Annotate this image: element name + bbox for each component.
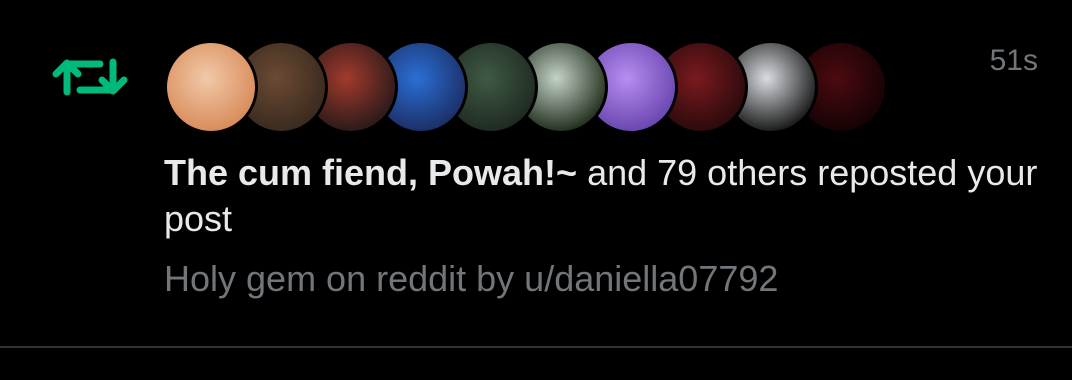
repost-icon — [52, 58, 128, 96]
notification-text: The cum fiend, Powah!~ and 79 others rep… — [164, 150, 1044, 242]
reposter-avatars[interactable] — [164, 40, 888, 134]
timestamp: 51s — [989, 44, 1038, 77]
post-preview[interactable]: Holy gem on reddit by u/daniella07792 — [164, 256, 778, 302]
repost-notification[interactable]: 51s The cum fiend, Powah!~ and 79 others… — [0, 0, 1072, 346]
actor-name[interactable]: The cum fiend, Powah!~ — [164, 152, 577, 193]
avatar-1[interactable] — [164, 40, 258, 134]
divider — [0, 346, 1072, 348]
